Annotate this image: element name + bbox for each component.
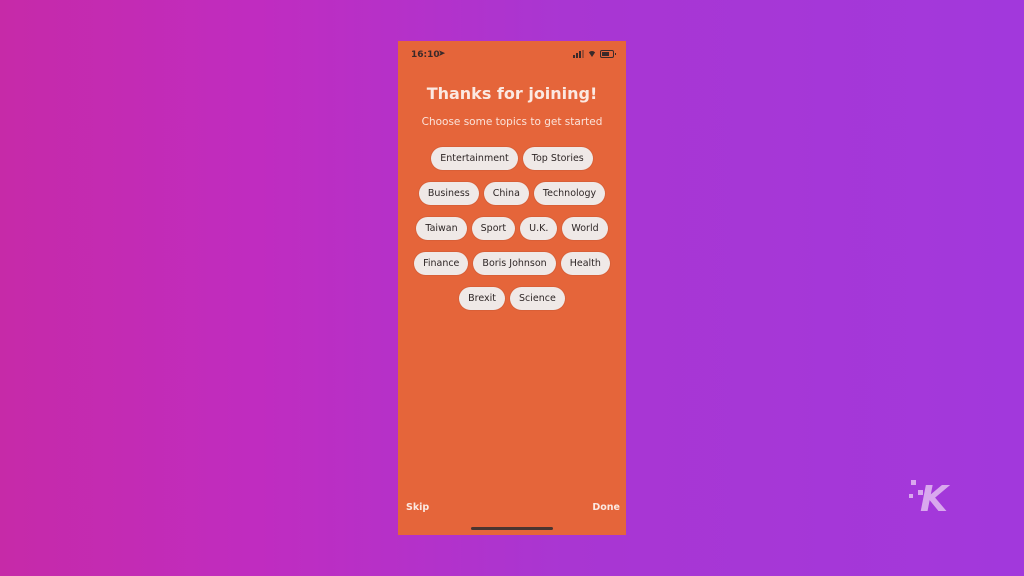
wifi-icon [588,51,596,57]
signal-icon [573,50,584,58]
status-bar: 16:10 ➤ [398,41,626,69]
topic-chip-business[interactable]: Business [418,182,479,205]
page-title: Thanks for joining! [426,84,598,103]
topic-chip-science[interactable]: Science [510,287,565,310]
topic-chip-health[interactable]: Health [560,252,610,275]
phone-screen: 16:10 ➤ Thanks for joining! Choose some … [398,41,626,535]
topic-chip-uk[interactable]: U.K. [520,217,558,240]
topic-row: Business China Technology [398,182,626,206]
topic-chip-world[interactable]: World [562,217,608,240]
location-arrow-icon: ➤ [438,49,446,59]
topic-chips: Entertainment Top Stories Business China… [398,147,626,322]
topic-chip-brexit[interactable]: Brexit [459,287,506,310]
page-subtitle: Choose some topics to get started [421,116,603,128]
status-time: 16:10 [411,50,440,60]
logo-letter: K [920,479,948,520]
topic-chip-china[interactable]: China [483,182,529,205]
topic-chip-technology[interactable]: Technology [533,182,606,205]
topic-chip-sport[interactable]: Sport [471,217,516,240]
battery-icon [600,50,616,58]
topic-row: Finance Boris Johnson Health [398,252,626,276]
home-indicator[interactable] [471,527,553,530]
topic-chip-boris-johnson[interactable]: Boris Johnson [473,252,556,275]
topic-chip-finance[interactable]: Finance [414,252,469,275]
topic-row: Taiwan Sport U.K. World [398,217,626,241]
topic-chip-top-stories[interactable]: Top Stories [522,147,593,170]
done-button[interactable]: Done [592,502,620,513]
topic-row: Entertainment Top Stories [398,147,626,171]
topic-chip-entertainment[interactable]: Entertainment [431,147,518,170]
topic-chip-taiwan[interactable]: Taiwan [416,217,467,240]
knowtechie-logo-icon: K [906,478,956,524]
topic-row: Brexit Science [398,287,626,311]
skip-button[interactable]: Skip [406,502,429,513]
